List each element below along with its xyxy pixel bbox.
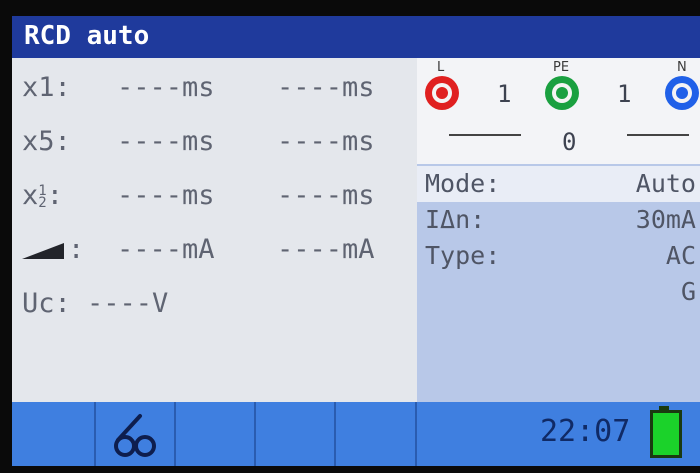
- terminal-pe-icon: [545, 76, 579, 110]
- result-label-x5: x5:: [22, 126, 71, 157]
- result-value-x1-b: ----ms: [277, 72, 375, 103]
- result-value-x5-b: ----ms: [277, 126, 375, 157]
- param-idn[interactable]: IΔn: 30mA: [417, 202, 700, 238]
- fkey-3[interactable]: [176, 402, 256, 466]
- result-value-ramp-b: ----mA: [277, 234, 375, 265]
- result-value-xhalf-b: ----ms: [277, 180, 375, 211]
- fkey-2[interactable]: [96, 402, 176, 466]
- ramp-colon: :: [68, 234, 85, 265]
- result-row-ramp: : ----mA ----mA: [22, 230, 417, 270]
- result-row-x5: x5: ----ms ----ms: [22, 122, 417, 162]
- param-mode-value: Auto: [635, 169, 696, 198]
- result-row-uc: Uc: ----V: [22, 284, 417, 324]
- fkey-1[interactable]: [12, 402, 96, 466]
- fkey-5[interactable]: [336, 402, 417, 466]
- param-type[interactable]: Type: AC: [417, 238, 700, 274]
- terminal-l-icon: [425, 76, 459, 110]
- param-idn-label: IΔn:: [425, 205, 486, 234]
- terminal-pe-n-value: 1: [617, 80, 632, 108]
- ramp-icon: [22, 242, 64, 259]
- half-fraction: 12: [38, 184, 47, 211]
- battery-full-icon: [650, 410, 682, 458]
- half-fraction-den: 2: [38, 194, 47, 211]
- test-leads-icon: [114, 414, 156, 457]
- terminal-l-pe-value: 1: [497, 80, 512, 108]
- param-type-g[interactable]: G: [417, 274, 700, 310]
- result-value-uc: ----V: [87, 288, 169, 319]
- param-type-value: AC: [665, 241, 696, 270]
- result-value-xhalf-a: ----ms: [117, 180, 215, 211]
- terminal-line-left: [449, 134, 521, 136]
- terminal-l-n-value: 0: [562, 128, 577, 156]
- result-label-xhalf: x1 2:: [22, 176, 63, 216]
- result-label-uc: Uc:: [22, 288, 71, 319]
- function-key-bar: 22:07: [12, 402, 700, 466]
- clock-time: 22:07: [540, 414, 631, 449]
- terminal-label-n: N: [677, 60, 687, 75]
- terminal-line-right: [627, 134, 689, 136]
- terminal-n-icon: [665, 76, 699, 110]
- param-mode[interactable]: Mode: Auto: [417, 166, 700, 202]
- result-row-xhalf: x1 2: ----ms ----ms: [22, 176, 417, 216]
- half-colon: :: [46, 180, 63, 211]
- param-type-g-value: G: [680, 277, 696, 306]
- result-row-x1: x1: ----ms ----ms: [22, 68, 417, 108]
- instrument-screen: RCD auto x1: ----ms ----ms x5: ----ms --…: [12, 16, 700, 466]
- parameter-panel: Mode: Auto IΔn: 30mA Type: AC G: [417, 164, 700, 402]
- result-value-ramp-a: ----mA: [117, 234, 215, 265]
- function-title: RCD auto: [24, 21, 150, 51]
- title-bar: RCD auto: [12, 16, 700, 58]
- result-label-ramp: :: [22, 230, 84, 270]
- result-value-x1-a: ----ms: [117, 72, 215, 103]
- terminal-status-panel: L 1 PE 1 N 0: [417, 58, 700, 164]
- half-prefix: x: [22, 180, 39, 211]
- fkey-4[interactable]: [256, 402, 336, 466]
- terminal-label-l: L: [437, 60, 445, 75]
- param-type-label: Type:: [425, 241, 501, 270]
- results-panel: x1: ----ms ----ms x5: ----ms ----ms x1 2:…: [12, 58, 417, 402]
- result-label-x1: x1:: [22, 72, 71, 103]
- terminal-label-pe: PE: [553, 60, 570, 75]
- param-idn-value: 30mA: [635, 205, 696, 234]
- result-value-x5-a: ----ms: [117, 126, 215, 157]
- param-mode-label: Mode:: [425, 169, 501, 198]
